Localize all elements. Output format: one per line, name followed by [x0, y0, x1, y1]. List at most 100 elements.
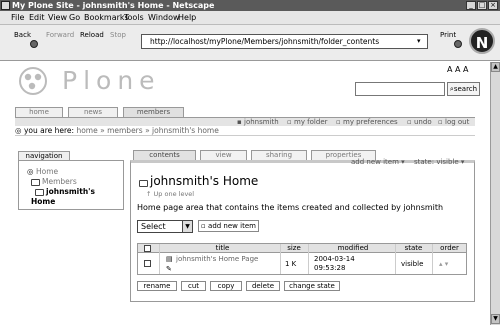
cut-button[interactable]: cut — [181, 281, 206, 291]
tab-sharing[interactable]: sharing — [251, 150, 307, 160]
back-icon — [30, 40, 38, 48]
select-all-checkbox[interactable] — [144, 245, 151, 252]
back-button[interactable]: Back — [14, 31, 31, 39]
row-modified-time: 09:53:28 — [314, 264, 346, 272]
folder-icon — [139, 180, 148, 187]
add-new-item-button[interactable]: ▫ add new item — [198, 220, 259, 232]
search-button-label: search — [453, 85, 478, 93]
menu-tools[interactable]: Tools — [124, 13, 144, 22]
url-dropdown-icon[interactable]: ▾ — [417, 37, 421, 45]
content-title: johnsmith's Home — [150, 174, 259, 188]
state-menu[interactable]: state: visible ▾ — [414, 158, 464, 166]
nav-item-johnsmiths-home-cont[interactable]: Home — [31, 197, 55, 206]
menu-view[interactable]: View — [48, 13, 67, 22]
up-one-level-label: Up one level — [153, 190, 195, 198]
nav-item-members[interactable]: Members — [42, 177, 77, 186]
tab-home[interactable]: home — [15, 107, 63, 117]
column-header-size[interactable]: size — [281, 244, 307, 253]
menu-window[interactable]: Window — [148, 13, 180, 22]
vertical-scrollbar[interactable]: ▲ ▼ — [490, 62, 500, 325]
print-button[interactable]: Print — [440, 31, 456, 39]
home-nav-icon: ◎ — [27, 167, 34, 176]
edit-pencil-icon[interactable]: ✎ — [166, 265, 172, 273]
menu-help[interactable]: Help — [178, 13, 196, 22]
print-icon — [454, 40, 462, 48]
breadcrumb-home-link[interactable]: home — [76, 126, 97, 135]
search-input[interactable] — [355, 82, 445, 96]
maximize-button[interactable]: □ — [477, 1, 487, 10]
minimize-button[interactable]: _ — [466, 1, 476, 10]
row-state: visible — [401, 260, 424, 268]
column-header-order[interactable]: order — [433, 244, 466, 253]
select-value: Select — [141, 222, 166, 231]
scroll-down-icon[interactable]: ▼ — [491, 314, 500, 324]
add-new-item-label: add new item — [208, 222, 256, 230]
column-divider — [159, 244, 160, 274]
navigation-portlet-title: navigation — [18, 151, 70, 160]
up-one-level-link[interactable]: ↑ Up one level — [146, 190, 194, 198]
change-state-button[interactable]: change state — [284, 281, 340, 291]
tab-view[interactable]: view — [200, 150, 247, 160]
add-new-item-menu[interactable]: add new item ▾ — [351, 158, 405, 166]
document-icon: ▤ — [166, 255, 173, 263]
breadcrumb-members-link[interactable]: members — [107, 126, 143, 135]
plone-logo-text[interactable]: Plone — [62, 66, 161, 95]
font-size-controls[interactable]: A A A — [447, 65, 469, 74]
url-field[interactable]: http://localhost/myPlone/Members/johnsmi… — [141, 34, 428, 49]
menu-bookmarks[interactable]: Bookmarks — [84, 13, 129, 22]
menu-go[interactable]: Go — [69, 13, 80, 22]
navigation-portlet: ◎ Home Members johnsmith's Home — [18, 160, 124, 210]
row-modified-date: 2004-03-14 — [314, 255, 355, 263]
plone-logo-icon[interactable] — [18, 66, 58, 96]
close-button[interactable]: × — [488, 1, 498, 10]
row-checkbox[interactable] — [144, 260, 151, 267]
breadcrumb-icon: ◎ — [15, 126, 22, 135]
breadcrumb: ◎ you are here: home » members » johnsmi… — [15, 126, 475, 136]
delete-label: delete — [251, 282, 275, 290]
menu-file[interactable]: File — [11, 13, 24, 22]
copy-label: copy — [217, 282, 235, 290]
copy-button[interactable]: copy — [210, 281, 242, 291]
folder-icon — [35, 189, 44, 196]
row-size: 1 K — [285, 260, 297, 268]
change-state-label: change state — [289, 282, 335, 290]
column-divider — [280, 244, 281, 274]
contents-table: title size modified state order ▤ johnsm… — [137, 243, 467, 275]
window-title-bar: My Plone Site - johnsmith's Home - Netsc… — [0, 0, 500, 11]
delete-button[interactable]: delete — [246, 281, 280, 291]
row-order-arrows[interactable]: ▴ ▾ — [439, 260, 448, 268]
reload-button[interactable]: Reload — [80, 31, 104, 39]
app-icon — [1, 1, 10, 10]
tab-members[interactable]: members — [123, 107, 184, 117]
breadcrumb-separator: » — [145, 126, 150, 135]
forward-button[interactable]: Forward — [46, 31, 74, 39]
rename-label: rename — [143, 282, 171, 290]
stop-button[interactable]: Stop — [110, 31, 126, 39]
add-icon: ▫ — [201, 222, 206, 230]
breadcrumb-prefix: you are here: — [23, 126, 75, 135]
back-label: Back — [14, 31, 31, 39]
chevron-down-icon: ▼ — [182, 221, 192, 232]
column-header-modified[interactable]: modified — [309, 244, 397, 253]
column-divider — [395, 244, 396, 274]
menu-edit[interactable]: Edit — [29, 13, 45, 22]
column-header-state[interactable]: state — [395, 244, 432, 253]
column-header-title[interactable]: title — [160, 244, 285, 253]
tab-contents[interactable]: contents — [133, 150, 196, 160]
folder-icon — [31, 179, 40, 186]
row-title-link[interactable]: johnsmith's Home Page — [176, 255, 258, 263]
breadcrumb-separator: » — [100, 126, 105, 135]
nav-item-home[interactable]: Home — [36, 167, 58, 176]
column-divider — [308, 244, 309, 274]
tab-news[interactable]: news — [68, 107, 118, 117]
nav-item-johnsmiths-home[interactable]: johnsmith's — [46, 187, 95, 196]
column-divider — [432, 244, 433, 274]
rename-button[interactable]: rename — [137, 281, 177, 291]
scroll-up-icon[interactable]: ▲ — [491, 62, 500, 72]
window-title: My Plone Site - johnsmith's Home - Netsc… — [12, 1, 215, 10]
select-dropdown[interactable]: Select ▼ — [137, 220, 193, 233]
search-button[interactable]: ⌕search — [447, 82, 480, 96]
cut-label: cut — [187, 282, 200, 290]
breadcrumb-current: johnsmith's home — [152, 126, 219, 135]
netscape-logo-icon: N — [469, 28, 495, 54]
